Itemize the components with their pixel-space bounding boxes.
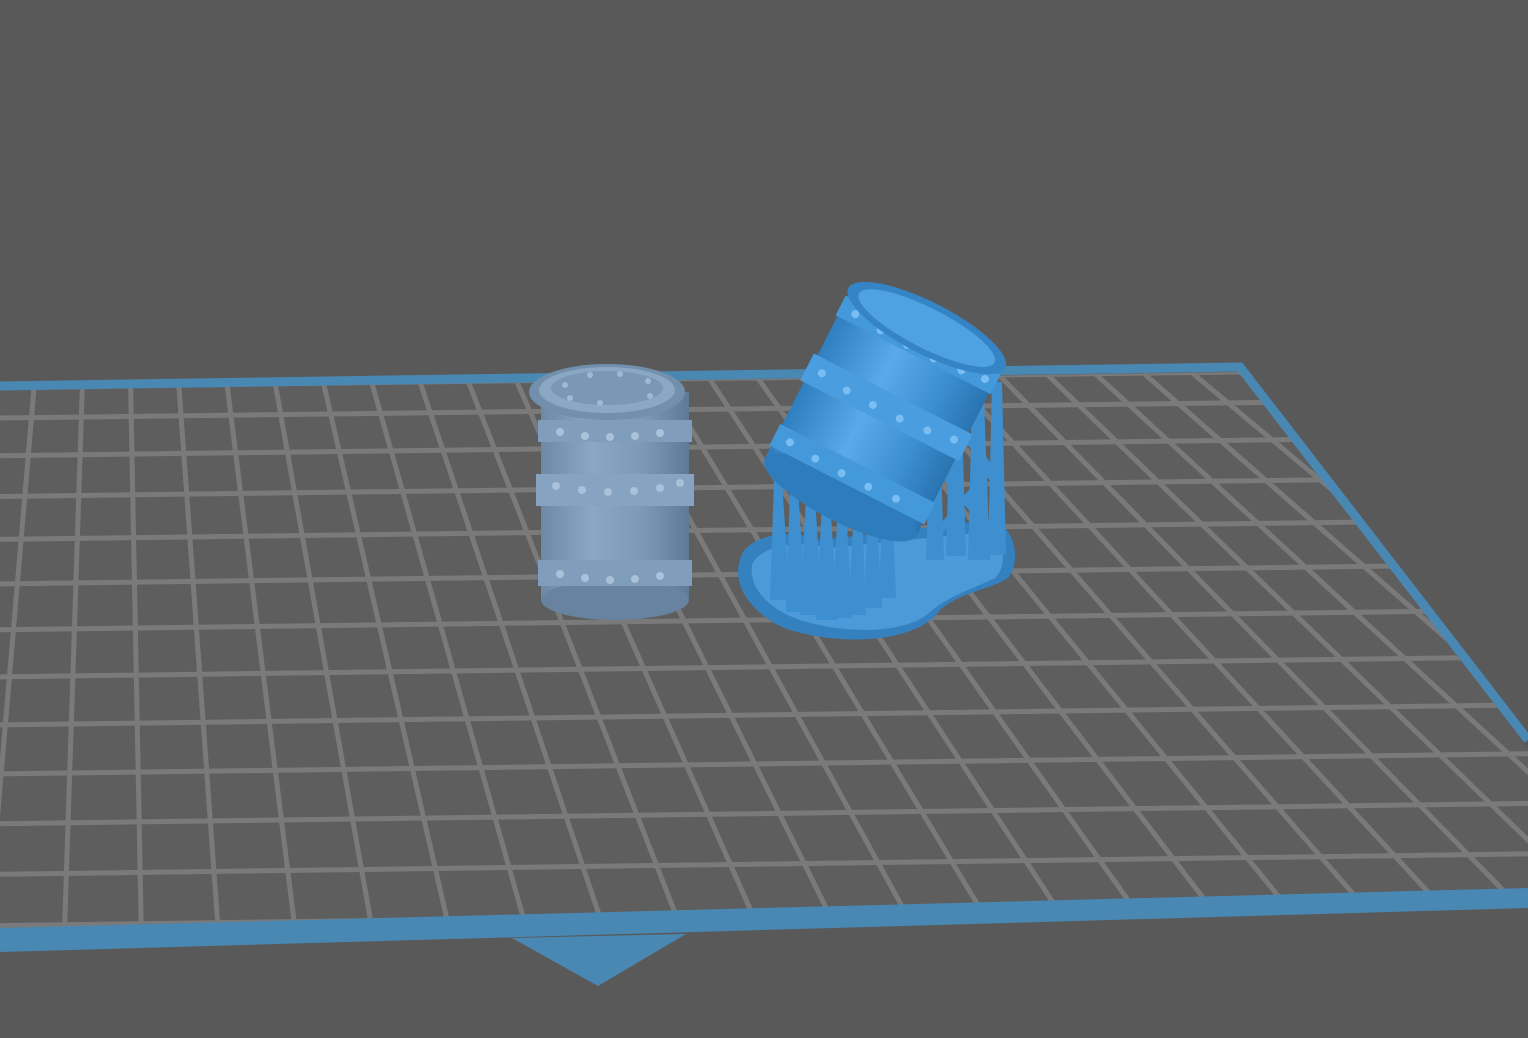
barrel-unsupported[interactable] (529, 364, 694, 620)
scene-svg[interactable] (0, 0, 1528, 1038)
barrel-supported[interactable] (738, 264, 1018, 640)
build-plate (0, 362, 1528, 986)
front-marker-icon (512, 934, 686, 986)
3d-viewport[interactable] (0, 0, 1528, 1038)
